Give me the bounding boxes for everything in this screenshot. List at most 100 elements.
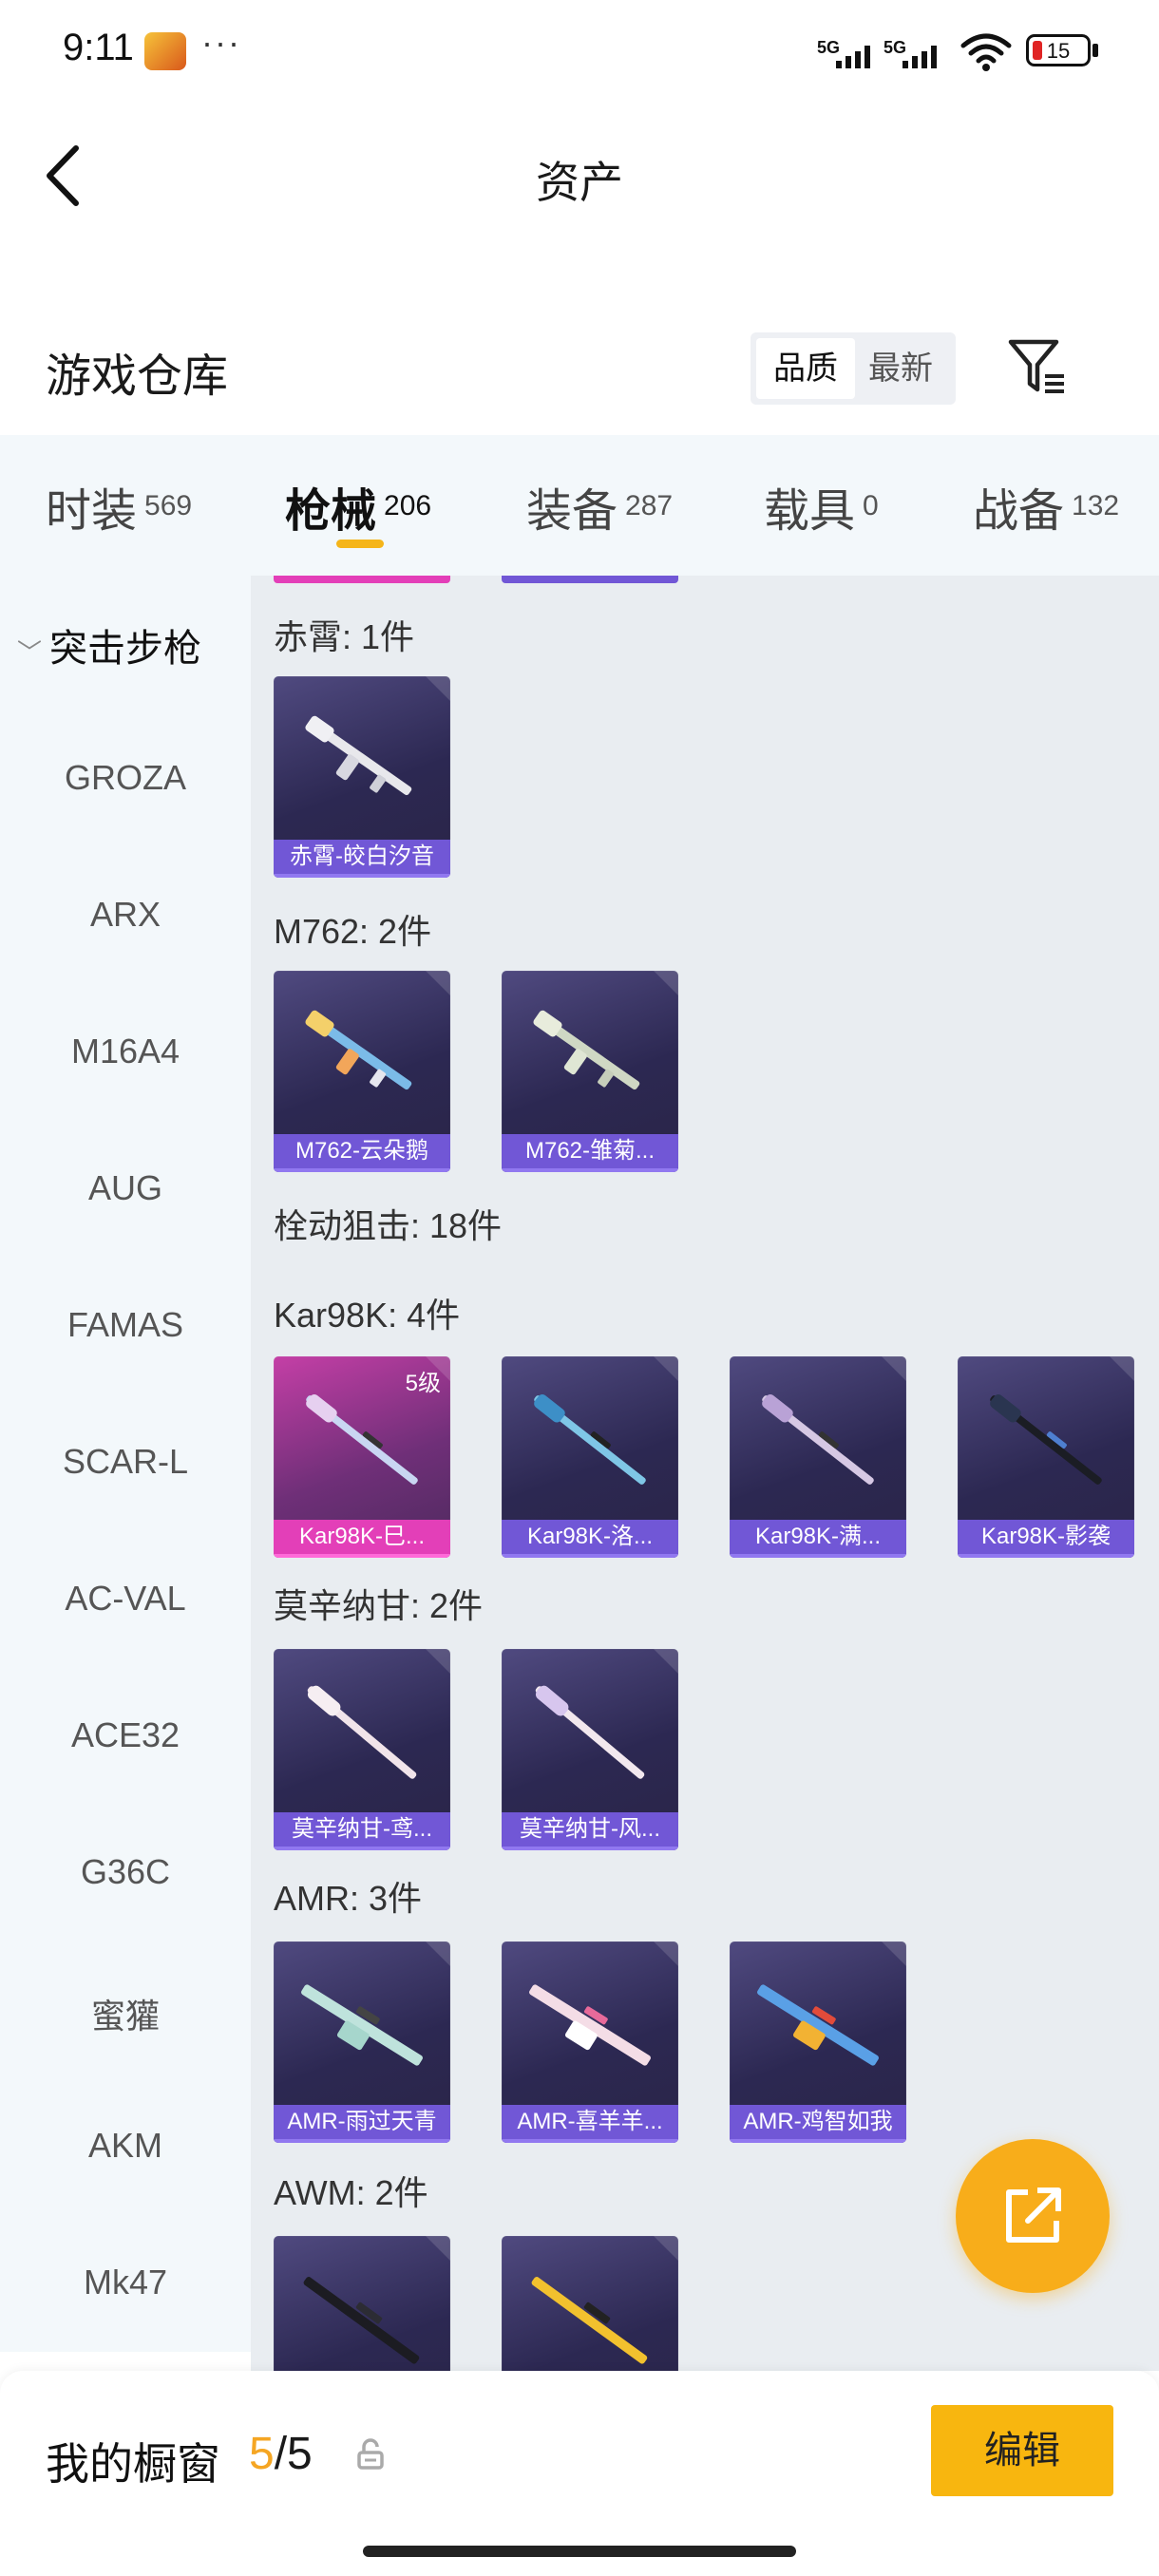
item-card[interactable]: Kar98K-满... — [730, 1356, 906, 1558]
home-indicator[interactable] — [363, 2546, 796, 2557]
item-card[interactable]: AMR-鸡智如我 — [730, 1941, 906, 2143]
showcase-current: 5 — [249, 2429, 275, 2479]
share-fab[interactable] — [956, 2139, 1110, 2293]
item-card[interactable] — [502, 2236, 678, 2371]
sidebar-item-m16a4[interactable]: M16A4 — [0, 1032, 251, 1071]
group-title: AWM: 2件 — [274, 2173, 428, 2212]
showcase-total: /5 — [274, 2429, 313, 2479]
sidebar-item-aug[interactable]: AUG — [0, 1168, 251, 1208]
battery-cap — [1092, 44, 1098, 57]
tab-label: 战备 — [973, 486, 1065, 537]
sniper-rifle-icon — [531, 2277, 648, 2364]
sniper-rifle-icon — [535, 1685, 645, 1779]
tab-count: 0 — [863, 489, 879, 521]
sidebar-item-akm[interactable]: AKM — [0, 2126, 251, 2166]
page-title: 资产 — [536, 158, 623, 207]
sort-latest-option[interactable]: 最新 — [851, 338, 950, 399]
item-card[interactable]: Kar98K-影袭 — [958, 1356, 1134, 1558]
sidebar-item-ace32[interactable]: ACE32 — [0, 1715, 251, 1755]
sniper-rifle-icon — [529, 1984, 651, 2066]
tab-firearms[interactable]: 枪械 206 — [285, 473, 431, 540]
sniper-rifle-icon — [990, 1394, 1102, 1485]
tab-label: 载具 — [764, 486, 856, 537]
item-label: Kar98K-影袭 — [958, 1520, 1134, 1558]
tab-vehicles[interactable]: 载具 0 — [764, 473, 879, 540]
sort-quality-option[interactable]: 品质 — [756, 338, 855, 399]
more-notifications-icon: ··· — [201, 23, 241, 62]
sniper-rifle-icon — [306, 1394, 418, 1485]
rifle-icon — [305, 715, 412, 796]
item-grid-panel: 赤霄: 1件 赤霄-皎白汐音 M762: 2件 M762-云朵鹅 M762-雏菊… — [251, 576, 1159, 2371]
item-card[interactable]: 5级 Kar98K-巳... — [274, 1356, 450, 1558]
sidebar-item-arx[interactable]: ARX — [0, 895, 251, 935]
item-label: AMR-喜羊羊... — [502, 2105, 678, 2143]
sidebar-item-honey-badger[interactable]: 蜜獾 — [0, 1989, 251, 2038]
scrolled-card-edge — [502, 576, 678, 583]
tab-label: 时装 — [46, 486, 138, 537]
tab-label: 装备 — [526, 486, 618, 537]
item-label: M762-云朵鹅 — [274, 1134, 450, 1172]
battery-icon: 15 — [1026, 34, 1091, 66]
sniper-rifle-icon — [762, 1394, 874, 1485]
item-label: M762-雏菊... — [502, 1134, 678, 1172]
sidebar-item-mk47[interactable]: Mk47 — [0, 2263, 251, 2302]
chevron-down-icon: ﹀ — [17, 638, 43, 667]
tab-count: 206 — [384, 489, 432, 521]
sidebar-item-groza[interactable]: GROZA — [0, 758, 251, 798]
tab-label: 枪械 — [285, 486, 377, 537]
group-title: M762: 2件 — [274, 912, 432, 951]
rifle-icon — [533, 1010, 640, 1090]
wifi-icon — [960, 33, 1012, 71]
app-notification-icon — [144, 32, 186, 70]
item-label: AMR-鸡智如我 — [730, 2105, 906, 2143]
tab-fashion[interactable]: 时装 569 — [46, 473, 192, 540]
group-title: 栓动狙击: 18件 — [274, 1206, 503, 1245]
sidebar-category-label: 突击步枪 — [49, 628, 201, 670]
item-label: Kar98K-满... — [730, 1520, 906, 1558]
status-time: 9:11 — [63, 27, 134, 68]
filter-icon[interactable] — [1005, 334, 1068, 397]
item-card[interactable]: AMR-喜羊羊... — [502, 1941, 678, 2143]
edit-button[interactable]: 编辑 — [931, 2405, 1113, 2496]
sidebar-item-ac-val[interactable]: AC-VAL — [0, 1579, 251, 1619]
tab-supplies[interactable]: 战备 132 — [973, 473, 1119, 540]
item-label: 莫辛纳甘-风... — [502, 1812, 678, 1850]
group-title: AMR: 3件 — [274, 1879, 423, 1918]
tab-equipment[interactable]: 装备 287 — [526, 473, 673, 540]
category-tab-bar: 时装 569 枪械 206 装备 287 载具 0 战备 132 — [0, 435, 1159, 576]
item-label: Kar98K-巳... — [274, 1520, 450, 1558]
scrolled-card-edge — [274, 576, 450, 583]
sniper-rifle-icon — [534, 1394, 646, 1485]
lock-icon — [357, 2438, 384, 2470]
group-title: 莫辛纳甘: 2件 — [274, 1586, 484, 1625]
tab-count: 569 — [144, 489, 193, 521]
active-tab-indicator — [336, 540, 384, 548]
item-card[interactable]: M762-云朵鹅 — [274, 971, 450, 1172]
sniper-rifle-icon — [301, 1984, 423, 2066]
sniper-rifle-icon — [303, 2277, 420, 2364]
group-title: 赤霄: 1件 — [274, 617, 415, 656]
battery-level: 15 — [1046, 39, 1071, 63]
sidebar-item-scar-l[interactable]: SCAR-L — [0, 1442, 251, 1482]
section-title: 游戏仓库 — [46, 351, 229, 402]
item-card[interactable]: 赤霄-皎白汐音 — [274, 676, 450, 878]
tab-count: 287 — [625, 489, 674, 521]
item-card[interactable]: M762-雏菊... — [502, 971, 678, 1172]
showcase-count: 5/5 — [249, 2428, 313, 2480]
signal-2-icon — [902, 44, 937, 68]
sidebar-category-assault-rifle[interactable]: ﹀ 突击步枪 — [17, 617, 201, 672]
item-card[interactable]: Kar98K-洛... — [502, 1356, 678, 1558]
item-card[interactable]: 莫辛纳甘-鸢... — [274, 1649, 450, 1850]
item-label: 莫辛纳甘-鸢... — [274, 1812, 450, 1850]
item-card[interactable] — [274, 2236, 450, 2371]
item-label: Kar98K-洛... — [502, 1520, 678, 1558]
sniper-rifle-icon — [757, 1984, 879, 2066]
share-external-icon — [1006, 2188, 1061, 2243]
item-card[interactable]: 莫辛纳甘-风... — [502, 1649, 678, 1850]
tab-count: 132 — [1072, 489, 1120, 521]
item-card[interactable]: AMR-雨过天青 — [274, 1941, 450, 2143]
sidebar-item-g36c[interactable]: G36C — [0, 1852, 251, 1892]
sidebar-item-famas[interactable]: FAMAS — [0, 1305, 251, 1345]
rifle-icon — [305, 1010, 412, 1090]
signal-1-icon — [836, 44, 870, 68]
